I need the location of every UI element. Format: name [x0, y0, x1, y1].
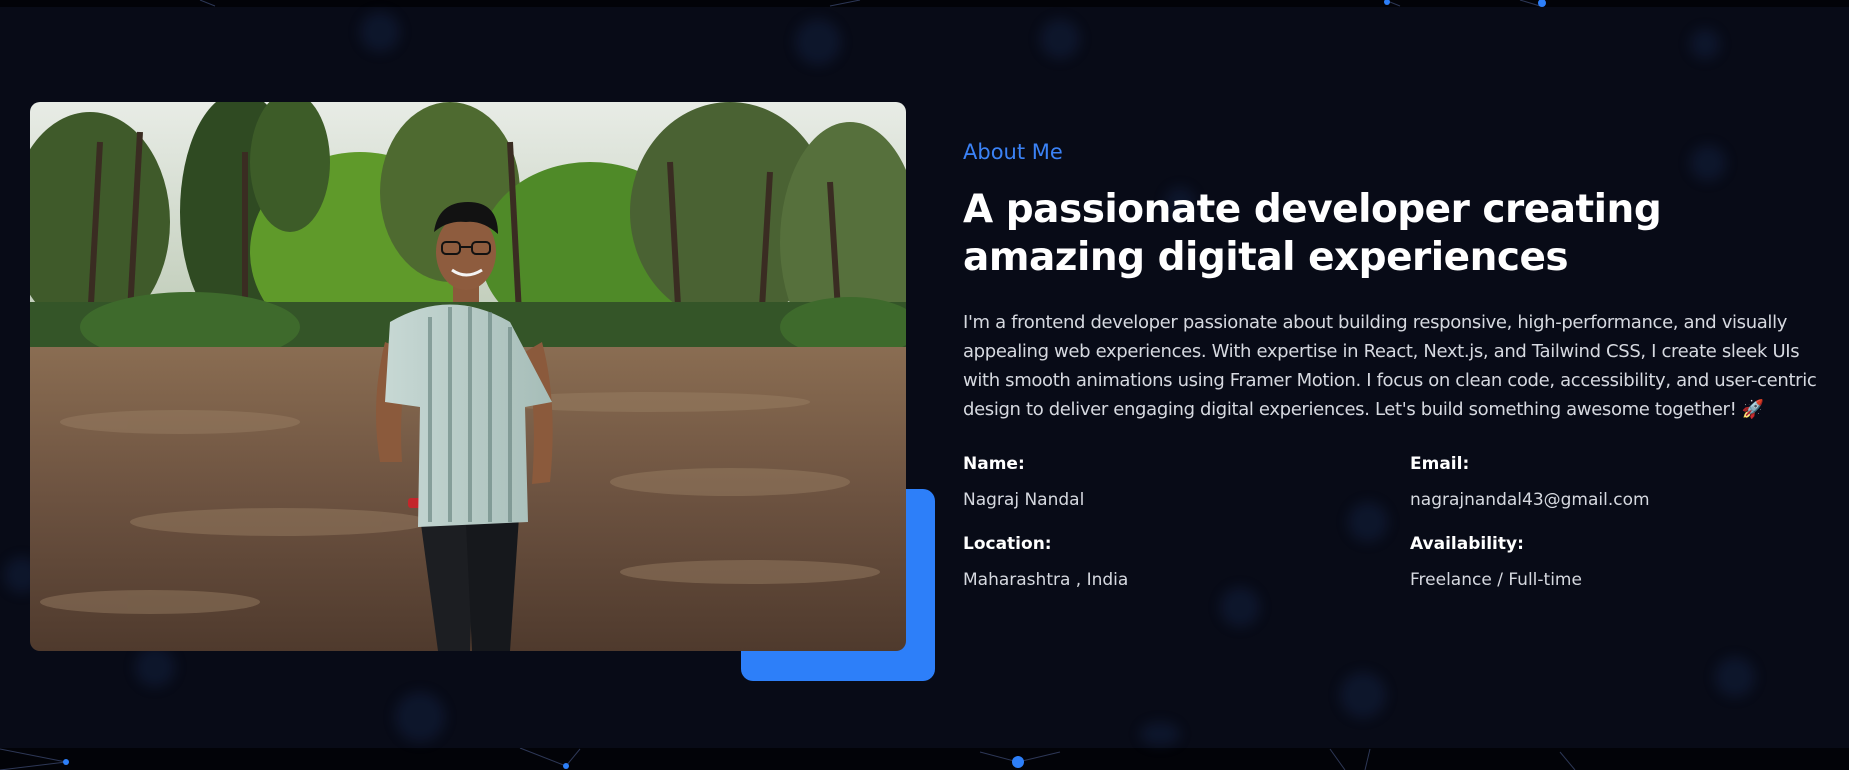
info-value: Freelance / Full-time [1410, 570, 1582, 590]
section-eyebrow: About Me [963, 140, 1063, 164]
info-label: Availability: [1410, 534, 1524, 554]
profile-photo-frame [30, 102, 935, 681]
info-name: Name: Nagraj Nandal [963, 454, 1410, 510]
about-bio: I'm a frontend developer passionate abou… [963, 312, 1817, 420]
info-label: Email: [1410, 454, 1470, 474]
personal-info-grid: Name: Nagraj Nandal Email: nagrajnandal4… [963, 454, 1823, 590]
about-headline: A passionate developer creating amazing … [963, 187, 1662, 280]
info-email: Email: nagrajnandal43@gmail.com [1410, 454, 1823, 510]
info-value: Nagraj Nandal [963, 490, 1085, 510]
profile-photo [30, 102, 906, 651]
info-value: Maharashtra , India [963, 570, 1129, 590]
info-location: Location: Maharashtra , India [963, 534, 1410, 590]
about-content: About Me A passionate developer creating… [963, 140, 1823, 590]
info-availability: Availability: Freelance / Full-time [1410, 534, 1823, 590]
info-label: Location: [963, 534, 1052, 554]
info-value[interactable]: nagrajnandal43@gmail.com [1410, 490, 1823, 510]
info-label: Name: [963, 454, 1025, 474]
